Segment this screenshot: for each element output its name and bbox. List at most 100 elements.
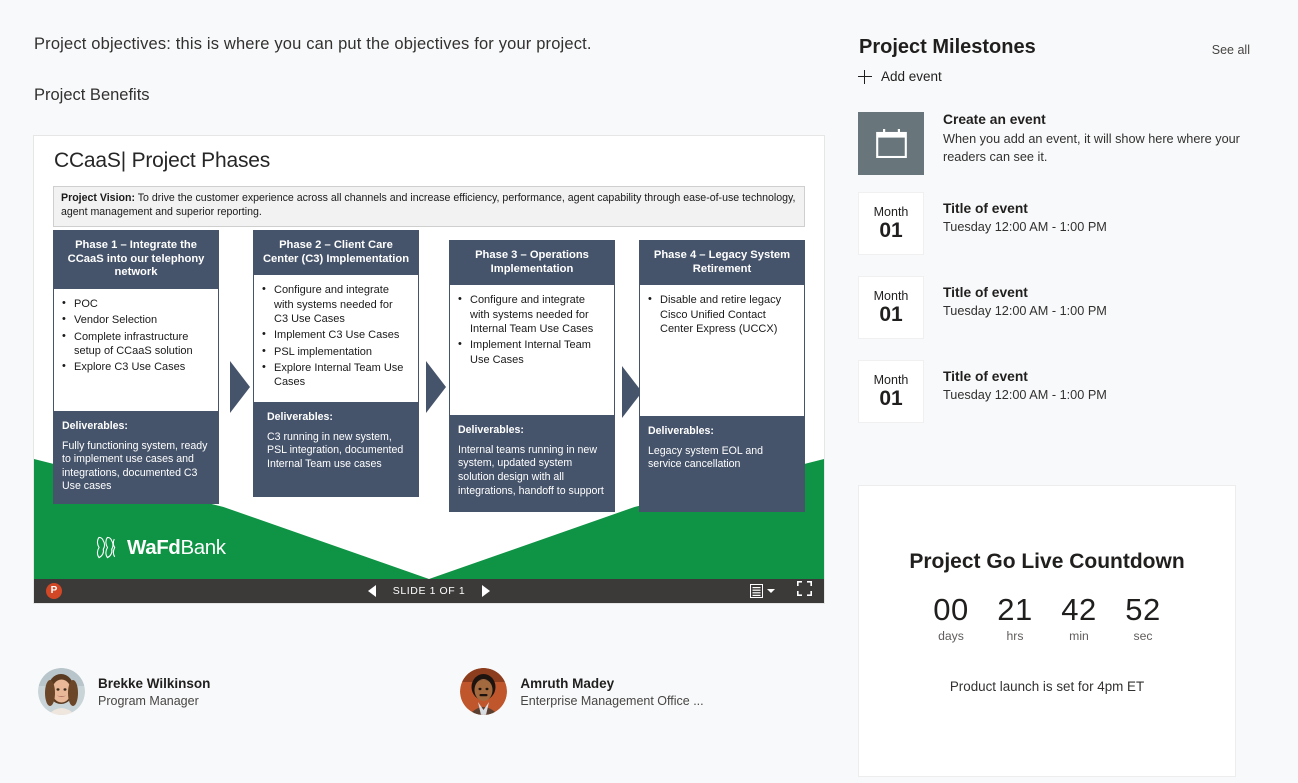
phase-2-deliverables: Deliverables: C3 running in new system, … xyxy=(253,402,419,497)
person-2-info: Amruth Madey Enterprise Management Offic… xyxy=(520,676,703,708)
notes-button[interactable] xyxy=(750,584,775,598)
add-event-label: Add event xyxy=(881,69,942,84)
phase-3-heading: Phase 3 – Operations Implementation xyxy=(475,249,589,275)
phase-4-deliverables: Deliverables: Legacy system EOL and serv… xyxy=(639,416,805,512)
avatar xyxy=(38,668,85,715)
milestone-item[interactable]: Month 01 Title of event Tuesday 12:00 AM - … xyxy=(858,192,1258,255)
chevron-down-icon[interactable] xyxy=(767,589,775,593)
phase-3-bullets: Configure and integrate with systems nee… xyxy=(450,285,614,416)
add-event-button[interactable]: Add event xyxy=(858,69,942,84)
countdown-label: min xyxy=(1069,629,1089,644)
event-day: 01 xyxy=(879,303,903,327)
phase-3-deliverables: Deliverables: Internal teams running in … xyxy=(449,415,615,512)
event-day: 01 xyxy=(879,219,903,243)
chevron-arrow-icon-2 xyxy=(426,361,446,413)
deliverables-label: Deliverables: xyxy=(62,419,128,432)
phase-2-bullet: Implement C3 Use Cases xyxy=(258,327,409,342)
phase-1-bullet: Complete infrastructure setup of CCaaS s… xyxy=(58,329,209,359)
countdown-note: Product launch is set for 4pm ET xyxy=(949,679,1145,695)
wafd-bank-logo: WaFdBank xyxy=(94,534,226,561)
powerpoint-embed-card[interactable]: CCaaS| Project Phases Project Vision: To… xyxy=(33,135,825,604)
phase-1-bullet: POC xyxy=(58,296,209,311)
countdown-unit: 42 min xyxy=(1047,592,1111,644)
countdown-value: 52 xyxy=(1125,592,1161,627)
event-info: Title of event Tuesday 12:00 AM - 1:00 PM xyxy=(943,360,1107,423)
event-time: Tuesday 12:00 AM - 1:00 PM xyxy=(943,388,1107,402)
phase-3-bullet: Implement Internal Team Use Cases xyxy=(454,337,605,367)
event-title: Title of event xyxy=(943,369,1028,384)
create-event-block: Create an event When you add an event, i… xyxy=(858,112,1243,175)
toolbar-right-actions xyxy=(750,579,812,603)
create-event-text: Create an event When you add an event, i… xyxy=(943,112,1243,175)
phase-1-deliverables: Deliverables: Fully functioning system, … xyxy=(53,411,219,504)
phase-1-bullet: Vendor Selection xyxy=(58,312,209,327)
person-photo-1 xyxy=(38,668,85,715)
event-month: Month xyxy=(873,372,909,387)
person-2-name: Amruth Madey xyxy=(520,675,615,691)
see-all-link[interactable]: See all xyxy=(1212,43,1250,57)
event-time: Tuesday 12:00 AM - 1:00 PM xyxy=(943,220,1107,234)
person-1-role: Program Manager xyxy=(98,693,199,708)
person-2-role: Enterprise Management Office ... xyxy=(520,693,704,708)
person-card-1[interactable]: Brekke Wilkinson Program Manager xyxy=(38,668,210,715)
milestone-item[interactable]: Month 01 Title of event Tuesday 12:00 AM - … xyxy=(858,276,1258,339)
wafd-logo-bold: WaFd xyxy=(127,535,181,559)
plus-icon xyxy=(858,69,872,84)
countdown-value: 42 xyxy=(1061,592,1097,627)
person-1-name: Brekke Wilkinson xyxy=(98,675,211,691)
phase-3-deliverables-text: Internal teams running in new system, up… xyxy=(458,443,604,497)
event-info: Title of event Tuesday 12:00 AM - 1:00 PM xyxy=(943,276,1107,339)
phase-card-3: Phase 3 – Operations Implementation Conf… xyxy=(449,240,615,513)
fullscreen-icon xyxy=(797,581,812,596)
phase-1-heading: Phase 1 – Integrate the CCaaS into our t… xyxy=(67,239,205,279)
phase-card-2: Phase 2 – Client Care Center (C3) Implem… xyxy=(253,230,419,498)
phase-1-bullet: Explore C3 Use Cases xyxy=(58,359,209,374)
phase-columns: Phase 1 – Integrate the CCaaS into our t… xyxy=(34,136,824,579)
event-day: 01 xyxy=(879,387,903,411)
next-slide-icon[interactable] xyxy=(482,585,491,597)
phase-2-bullet: PSL implementation xyxy=(258,343,409,359)
event-title: Title of event xyxy=(943,201,1028,216)
milestone-item[interactable]: Month 01 Title of event Tuesday 12:00 AM - … xyxy=(858,360,1258,423)
calendar-icon xyxy=(875,129,907,158)
wafd-logo-light: Bank xyxy=(180,535,226,559)
event-month: Month xyxy=(873,204,909,219)
slide-canvas: CCaaS| Project Phases Project Vision: To… xyxy=(34,136,824,579)
milestone-list: Month 01 Title of event Tuesday 12:00 AM - … xyxy=(858,192,1258,444)
phase-3-bullet: Configure and integrate with systems nee… xyxy=(454,292,605,336)
event-info: Title of event Tuesday 12:00 AM - 1:00 PM xyxy=(943,192,1107,255)
deliverables-label: Deliverables: xyxy=(458,424,524,437)
phase-2-heading: Phase 2 – Client Care Center (C3) Implem… xyxy=(262,239,410,265)
event-date-tile: Month 01 xyxy=(858,276,924,339)
phase-2-bullets: Configure and integrate with systems nee… xyxy=(254,275,418,403)
slide-counter-label: SLIDE 1 OF 1 xyxy=(392,585,466,597)
phase-4-heading: Phase 4 – Legacy System Retirement xyxy=(653,249,791,275)
event-time: Tuesday 12:00 AM - 1:00 PM xyxy=(943,304,1107,318)
countdown-unit: 00 days xyxy=(919,592,983,644)
fullscreen-button[interactable] xyxy=(797,581,812,601)
wafd-wordmark: WaFdBank xyxy=(127,536,226,560)
phase-2-deliverables-text: C3 running in new system, PSL integratio… xyxy=(267,430,404,470)
deliverables-label: Deliverables: xyxy=(648,425,714,438)
countdown-label: days xyxy=(938,629,964,644)
previous-slide-icon[interactable] xyxy=(367,585,376,597)
countdown-units: 00 days 21 hrs 42 min 52 sec xyxy=(919,592,1175,644)
phase-4-deliverables-text: Legacy system EOL and service cancellati… xyxy=(648,444,764,471)
create-event-description: When you add an event, it will show here… xyxy=(943,132,1240,164)
page-title: Project Milestones xyxy=(859,36,1036,58)
countdown-title: Project Go Live Countdown xyxy=(909,550,1185,573)
phase-4-bullet: Disable and retire legacy Cisco Unified … xyxy=(644,292,795,336)
phase-2-bullet: Explore Internal Team Use Cases xyxy=(258,360,409,390)
countdown-value: 00 xyxy=(933,592,969,627)
event-date-tile: Month 01 xyxy=(858,360,924,423)
person-card-2[interactable]: Amruth Madey Enterprise Management Offic… xyxy=(460,668,704,715)
phase-1-deliverables-text: Fully functioning system, ready to imple… xyxy=(62,439,208,493)
event-date-tile: Month 01 xyxy=(858,192,924,255)
phase-card-4: Phase 4 – Legacy System Retirement Disab… xyxy=(639,240,805,513)
person-1-info: Brekke Wilkinson Program Manager xyxy=(98,676,210,708)
countdown-unit: 52 sec xyxy=(1111,592,1175,644)
deliverables-label: Deliverables: xyxy=(267,411,333,424)
project-benefits-heading: Project Benefits xyxy=(34,86,150,104)
person-photo-2 xyxy=(460,668,508,715)
countdown-unit: 21 hrs xyxy=(983,593,1047,644)
